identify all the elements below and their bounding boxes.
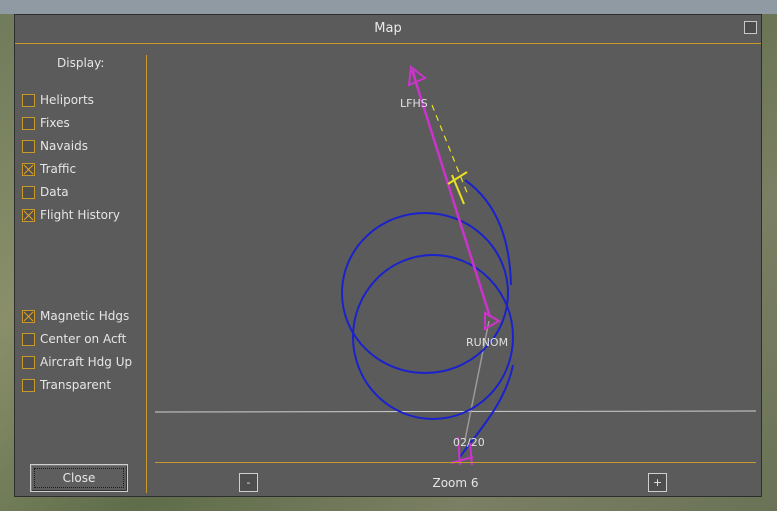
lfhs-label: LFHS [400, 97, 428, 110]
option-transparent[interactable]: Transparent [22, 377, 111, 393]
title-bar[interactable]: Map [15, 15, 761, 44]
option-label: Flight History [40, 208, 121, 222]
option-fixes[interactable]: Fixes [22, 115, 70, 131]
aircraft-icon[interactable] [447, 171, 468, 205]
sidebar-divider [146, 55, 147, 493]
option-label: Aircraft Hdg Up [40, 355, 133, 369]
display-label: Display: [57, 56, 105, 70]
option-label: Center on Acft [40, 332, 127, 346]
option-label: Transparent [40, 378, 112, 392]
checkbox[interactable] [22, 139, 35, 153]
map-window: Map Display: Heliports Fixes Navaids Tra… [14, 14, 762, 497]
window-toggle-button[interactable] [744, 21, 757, 34]
option-flight-history[interactable]: Flight History [22, 207, 120, 223]
lfhs-waypoint-icon[interactable] [407, 65, 427, 88]
runom-label: RUNOM [466, 336, 508, 349]
option-data[interactable]: Data [22, 184, 69, 200]
runom-waypoint-icon[interactable] [484, 311, 502, 331]
option-heliports[interactable]: Heliports [22, 92, 94, 108]
zoom-in-button[interactable]: + [648, 473, 667, 492]
option-traffic[interactable]: Traffic [22, 161, 76, 177]
option-label: Data [40, 185, 69, 199]
map-canvas[interactable]: LFHS RUNOM 02/20 [154, 45, 757, 466]
map-svg: LFHS RUNOM 02/20 [154, 65, 757, 466]
checkbox[interactable] [22, 116, 35, 130]
option-label: Magnetic Hdgs [40, 309, 130, 323]
option-label: Fixes [40, 116, 70, 130]
map-bottom-divider [155, 462, 756, 463]
option-label: Traffic [40, 162, 77, 176]
checkbox[interactable] [22, 162, 35, 176]
option-label: Navaids [40, 139, 88, 153]
option-label: Heliports [40, 93, 94, 107]
checkbox[interactable] [22, 332, 35, 346]
flight-history-track [341, 179, 514, 458]
zoom-bar: - Zoom 6 + [155, 465, 756, 497]
option-magnetic-hdgs[interactable]: Magnetic Hdgs [22, 308, 129, 324]
checkbox[interactable] [22, 355, 35, 369]
checkbox[interactable] [22, 208, 35, 222]
display-options-panel: Display: Heliports Fixes Navaids Traffic… [15, 45, 147, 495]
checkbox[interactable] [22, 309, 35, 323]
window-title: Map [374, 21, 402, 36]
option-navaids[interactable]: Navaids [22, 138, 88, 154]
option-center-on-acft[interactable]: Center on Acft [22, 331, 126, 347]
runway-label: 02/20 [453, 436, 485, 449]
option-aircraft-hdg-up[interactable]: Aircraft Hdg Up [22, 354, 132, 370]
checkbox[interactable] [22, 185, 35, 199]
checkbox[interactable] [22, 93, 35, 107]
checkbox[interactable] [22, 378, 35, 392]
scenery-background [0, 0, 777, 14]
close-button[interactable]: Close [30, 464, 128, 492]
horizon-line [154, 410, 757, 413]
